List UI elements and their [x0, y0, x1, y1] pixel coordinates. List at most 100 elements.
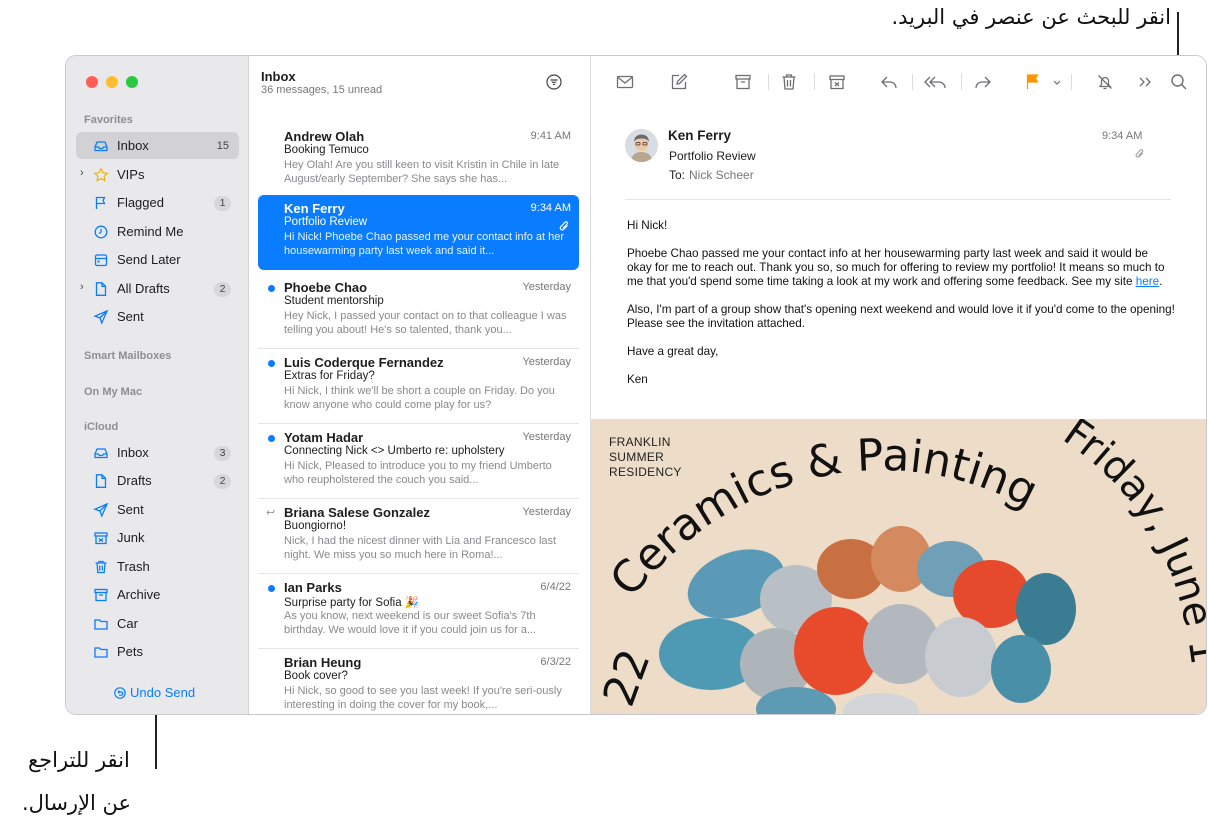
message-row[interactable]: Phoebe Chao Yesterday Student mentorship… — [258, 274, 579, 349]
message-sender: Ian Parks — [284, 580, 342, 595]
icloud-header[interactable]: iCloud — [84, 421, 118, 433]
toolbar-separator — [912, 74, 913, 90]
tray-icon — [94, 448, 108, 459]
toolbar-separator — [961, 74, 962, 90]
sidebar-item-all-drafts[interactable]: › All Drafts 2 — [76, 275, 239, 302]
undo-arrow-icon — [114, 686, 126, 699]
sidebar-item-icloud-drafts[interactable]: Drafts 2 — [76, 467, 239, 494]
message-row-selected[interactable]: Ken Ferry 9:34 AM Portfolio Review Hi Ni… — [258, 195, 579, 270]
undo-send-button[interactable]: Undo Send — [114, 685, 195, 700]
chevron-right-icon[interactable]: › — [80, 167, 84, 179]
chevron-right-icon[interactable]: › — [80, 281, 84, 293]
folder-icon — [94, 619, 108, 630]
sidebar-item-trash[interactable]: Trash — [76, 553, 239, 580]
message-row[interactable]: ↩ Briana Salese Gonzalez Yesterday Buong… — [258, 499, 579, 574]
message-subject: Buongiorno! — [284, 520, 347, 532]
clay-sculpture — [659, 526, 1076, 714]
message-row[interactable]: Brian Heung 6/3/22 Book cover? Hi Nick, … — [258, 649, 579, 714]
email-body: Hi Nick! Phoebe Chao passed me your cont… — [627, 219, 1175, 401]
sidebar-item-label: Flagged — [117, 195, 164, 210]
close-button[interactable] — [86, 76, 98, 88]
sidebar-item-sent[interactable]: Sent — [76, 303, 239, 330]
sidebar-item-label: Junk — [117, 530, 145, 545]
message-time: 9:41 AM — [530, 130, 571, 142]
toolbar-separator — [768, 74, 769, 90]
undo-callout-line1: انقر للتراجع — [28, 748, 130, 772]
compose-icon[interactable] — [669, 72, 689, 92]
more-chevrons-icon[interactable] — [1135, 72, 1155, 92]
archive-icon[interactable] — [733, 72, 753, 92]
message-row[interactable]: Andrew Olah 9:41 AM Booking Temuco Hey O… — [258, 123, 579, 198]
calendar-icon — [94, 254, 108, 267]
filter-icon[interactable] — [546, 74, 562, 90]
message-preview: Hey Olah! Are you still keen to visit Kr… — [284, 159, 560, 185]
sidebar-item-inbox[interactable]: Inbox 15 — [76, 132, 239, 159]
unread-badge: 15 — [216, 140, 229, 152]
paragraph-text: Phoebe Chao passed me your contact info … — [627, 247, 1165, 288]
sidebar-item-label: Sent — [117, 502, 144, 517]
mute-bell-icon[interactable] — [1095, 72, 1115, 92]
favorites-header: Favorites — [84, 114, 133, 126]
sidebar-item-label: Trash — [117, 559, 150, 574]
minimize-button[interactable] — [106, 76, 118, 88]
sidebar-item-flagged[interactable]: Flagged 1 — [76, 189, 239, 216]
recipient-name[interactable]: Nick Scheer — [689, 168, 754, 182]
sidebar-item-pets[interactable]: Pets — [76, 638, 239, 665]
mailbox-title: Inbox — [261, 69, 296, 84]
mail-window: Favorites Inbox 15 › VIPs Flagged 1 Remi… — [65, 55, 1207, 715]
email-subject: Portfolio Review — [669, 149, 756, 163]
sidebar-item-icloud-inbox[interactable]: Inbox 3 — [76, 439, 239, 466]
unread-dot — [268, 360, 275, 367]
search-icon[interactable] — [1169, 72, 1189, 92]
message-row[interactable]: Ian Parks 6/4/22 Surprise party for Sofi… — [258, 574, 579, 649]
sidebar-item-archive[interactable]: Archive — [76, 581, 239, 608]
trash-icon[interactable] — [779, 72, 799, 92]
sidebar-item-vips[interactable]: › VIPs — [76, 161, 239, 188]
message-time: 6/4/22 — [540, 581, 571, 593]
flag-icon[interactable] — [1023, 72, 1043, 92]
site-link[interactable]: here — [1136, 275, 1159, 288]
envelope-icon[interactable] — [615, 72, 635, 92]
window-controls — [86, 76, 138, 88]
on-my-mac-header[interactable]: On My Mac — [84, 386, 142, 398]
sidebar-item-label: All Drafts — [117, 281, 170, 296]
reading-pane: Ken Ferry Portfolio Review To: Nick Schee… — [591, 56, 1207, 714]
message-time: Yesterday — [522, 506, 571, 518]
paperplane-icon — [93, 502, 109, 518]
invitation-attachment[interactable]: FRANKLIN SUMMER RESIDENCY Ceramics & Pai… — [591, 419, 1207, 714]
email-greeting: Hi Nick! — [627, 219, 668, 232]
forward-icon[interactable] — [973, 72, 993, 92]
reply-icon[interactable] — [879, 72, 899, 92]
sidebar-item-label: Sent — [117, 309, 144, 324]
count-badge: 1 — [214, 196, 231, 211]
sidebar-item-send-later[interactable]: Send Later — [76, 246, 239, 273]
archive-icon — [94, 588, 108, 602]
unread-dot — [268, 435, 275, 442]
sidebar-item-junk[interactable]: Junk — [76, 524, 239, 551]
sidebar-item-icloud-sent[interactable]: Sent — [76, 496, 239, 523]
message-row[interactable]: Luis Coderque Fernandez Yesterday Extras… — [258, 349, 579, 424]
message-sender: Briana Salese Gonzalez — [284, 505, 430, 520]
sidebar-item-remind-me[interactable]: Remind Me — [76, 218, 239, 245]
email-time: 9:34 AM — [1102, 130, 1143, 142]
sidebar: Favorites Inbox 15 › VIPs Flagged 1 Remi… — [66, 56, 249, 714]
message-sender: Brian Heung — [284, 655, 362, 670]
message-preview: As you know, next weekend is our sweet S… — [284, 610, 537, 636]
arc-date-text: Friday, June 1 — [1055, 419, 1207, 667]
message-preview: Nick, I had the nicest dinner with Lia a… — [284, 535, 557, 561]
message-sender: Luis Coderque Fernandez — [284, 355, 444, 370]
chevron-down-icon[interactable] — [1051, 72, 1063, 92]
email-paragraph: Also, I'm part of a group show that's op… — [627, 303, 1175, 330]
junk-icon[interactable] — [827, 72, 847, 92]
zoom-button[interactable] — [126, 76, 138, 88]
sidebar-item-car[interactable]: Car — [76, 610, 239, 637]
sidebar-item-label: Pets — [117, 644, 144, 659]
message-row[interactable]: Yotam Hadar Yesterday Connecting Nick <>… — [258, 424, 579, 499]
sender-name[interactable]: Ken Ferry — [668, 128, 731, 143]
unread-dot — [268, 285, 275, 292]
email-signature: Ken — [627, 373, 648, 386]
reply-all-icon[interactable] — [923, 72, 947, 92]
smart-mailboxes-header[interactable]: Smart Mailboxes — [84, 350, 171, 362]
message-preview: Hi Nick, Pleased to introduce you to my … — [284, 460, 552, 486]
junk-icon — [94, 532, 108, 545]
